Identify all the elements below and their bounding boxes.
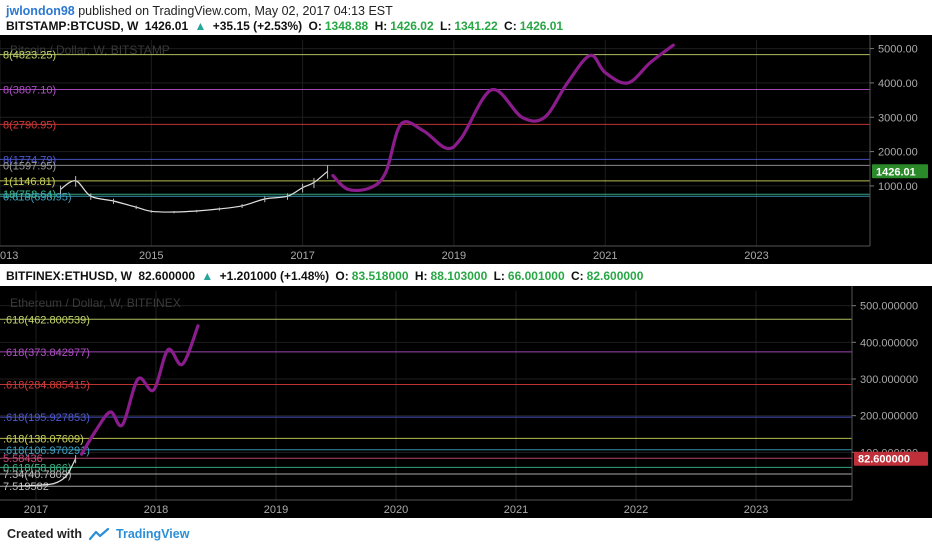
publish-header: jwlondon98 published on TradingView.com,… (6, 4, 393, 18)
btc-l-label: L: (439, 19, 452, 33)
y-tick-label: 3000.00 (878, 112, 918, 124)
eth-last: 82.600000 (138, 269, 196, 283)
btc-last: 1426.01 (144, 19, 189, 33)
x-tick-label: 2015 (139, 250, 163, 262)
fib-level-label: .618(195.927853) (3, 412, 90, 424)
author-link[interactable]: jwlondon98 (6, 4, 75, 18)
eth-change: +1.201000 (+1.48%) (219, 269, 330, 283)
btc-c-label: C: (504, 19, 517, 33)
fib-level-label: 1(1146.81) (3, 176, 55, 188)
publish-text: published on TradingView.com, May 02, 20… (78, 4, 393, 18)
x-tick-label: 2021 (504, 504, 528, 516)
btc-close: 1426.01 (519, 19, 564, 33)
x-tick-label: 2017 (24, 504, 48, 516)
up-triangle-icon: ▲ (194, 19, 207, 33)
x-tick-label: 2019 (442, 250, 466, 262)
y-axis-area (852, 286, 932, 518)
btc-chart-panel[interactable]: Bitcoin / Dollar, W, BITSTAMP 8(4823.25) 8… (0, 35, 932, 264)
eth-chart-panel[interactable]: Ethereum / Dollar, W, BITFINEX .618(462.8… (0, 286, 932, 518)
btc-chart-svg: Bitcoin / Dollar, W, BITSTAMP8(4823.25)8… (0, 35, 932, 264)
created-with-text: Created with (7, 527, 83, 541)
x-tick-label: 2021 (593, 250, 617, 262)
eth-close: 82.600000 (586, 269, 644, 283)
fib-level-label: 7.34(40.7809) (3, 469, 72, 481)
x-tick-label: 2022 (624, 504, 648, 516)
y-tick-label: 2000.00 (878, 147, 918, 159)
footer: Created with TradingView (7, 527, 189, 541)
fib-level-label: .618(138.07609) (3, 433, 84, 445)
eth-open: 83.518000 (351, 269, 409, 283)
eth-o-label: O: (335, 269, 349, 283)
btc-symbol: BITSTAMP:BTCUSD, W (6, 19, 139, 33)
eth-c-label: C: (571, 269, 584, 283)
eth-quote-line: BITFINEX:ETHUSD, W 82.600000 ▲ +1.201000… (6, 269, 646, 283)
tradingview-brand-link[interactable]: TradingView (116, 527, 189, 541)
fib-level-label: 7.519582 (3, 481, 49, 493)
projection-drawing-line (331, 43, 675, 193)
chart-watermark: Ethereum / Dollar, W, BITFINEX (10, 296, 181, 310)
x-tick-label: 2020 (384, 504, 408, 516)
fib-level-label: 8(2790.95) (3, 119, 56, 131)
fib-level-label: 0(1597.95) (3, 160, 56, 172)
btc-quote-line: BITSTAMP:BTCUSD, W 1426.01 ▲ +35.15 (+2.… (6, 19, 566, 33)
projection-drawing-line (80, 324, 200, 456)
fib-level-label: 8(3807.10) (3, 85, 56, 97)
y-tick-label: 400.000000 (860, 337, 918, 349)
y-tick-label: 5000.00 (878, 44, 918, 56)
btc-change: +35.15 (+2.53%) (212, 19, 303, 33)
up-triangle-icon: ▲ (201, 269, 214, 283)
y-tick-label: 300.000000 (860, 374, 918, 386)
y-tick-label: 1000.00 (878, 181, 918, 193)
fib-level-label: 0.618(698.95) (3, 191, 72, 203)
x-tick-label: 2018 (144, 504, 168, 516)
eth-low: 66.001000 (507, 269, 565, 283)
last-price-label: 1426.01 (876, 166, 916, 178)
x-tick-label: 2019 (264, 504, 288, 516)
x-tick-label: 2017 (290, 250, 314, 262)
price-series-line (60, 170, 328, 213)
y-tick-label: 200.000000 (860, 411, 918, 423)
btc-h-label: H: (374, 19, 388, 33)
tradingview-cloud-icon (88, 527, 110, 541)
fib-level-label: .618(284.885415) (3, 380, 90, 392)
eth-h-label: H: (414, 269, 428, 283)
btc-o-label: O: (308, 19, 322, 33)
btc-high: 1426.02 (390, 19, 434, 33)
eth-chart-svg: Ethereum / Dollar, W, BITFINEX .618(462.8… (0, 286, 932, 518)
y-tick-label: 500.000000 (860, 301, 918, 313)
eth-symbol: BITFINEX:ETHUSD, W (6, 269, 132, 283)
y-tick-label: 4000.00 (878, 78, 918, 90)
x-tick-label: 2023 (744, 504, 768, 516)
eth-high: 88.103000 (430, 269, 488, 283)
btc-low: 1341.22 (454, 19, 498, 33)
fib-level-label: .618(462.800539) (3, 314, 90, 326)
x-tick-label: 013 (0, 250, 18, 262)
fib-level-label: 8(4823.25) (3, 50, 56, 62)
fib-level-label: .618(373.842977) (3, 347, 90, 359)
last-price-label: 82.600000 (858, 454, 910, 466)
x-tick-label: 2023 (744, 250, 768, 262)
btc-open: 1348.88 (324, 19, 369, 33)
eth-l-label: L: (493, 269, 505, 283)
